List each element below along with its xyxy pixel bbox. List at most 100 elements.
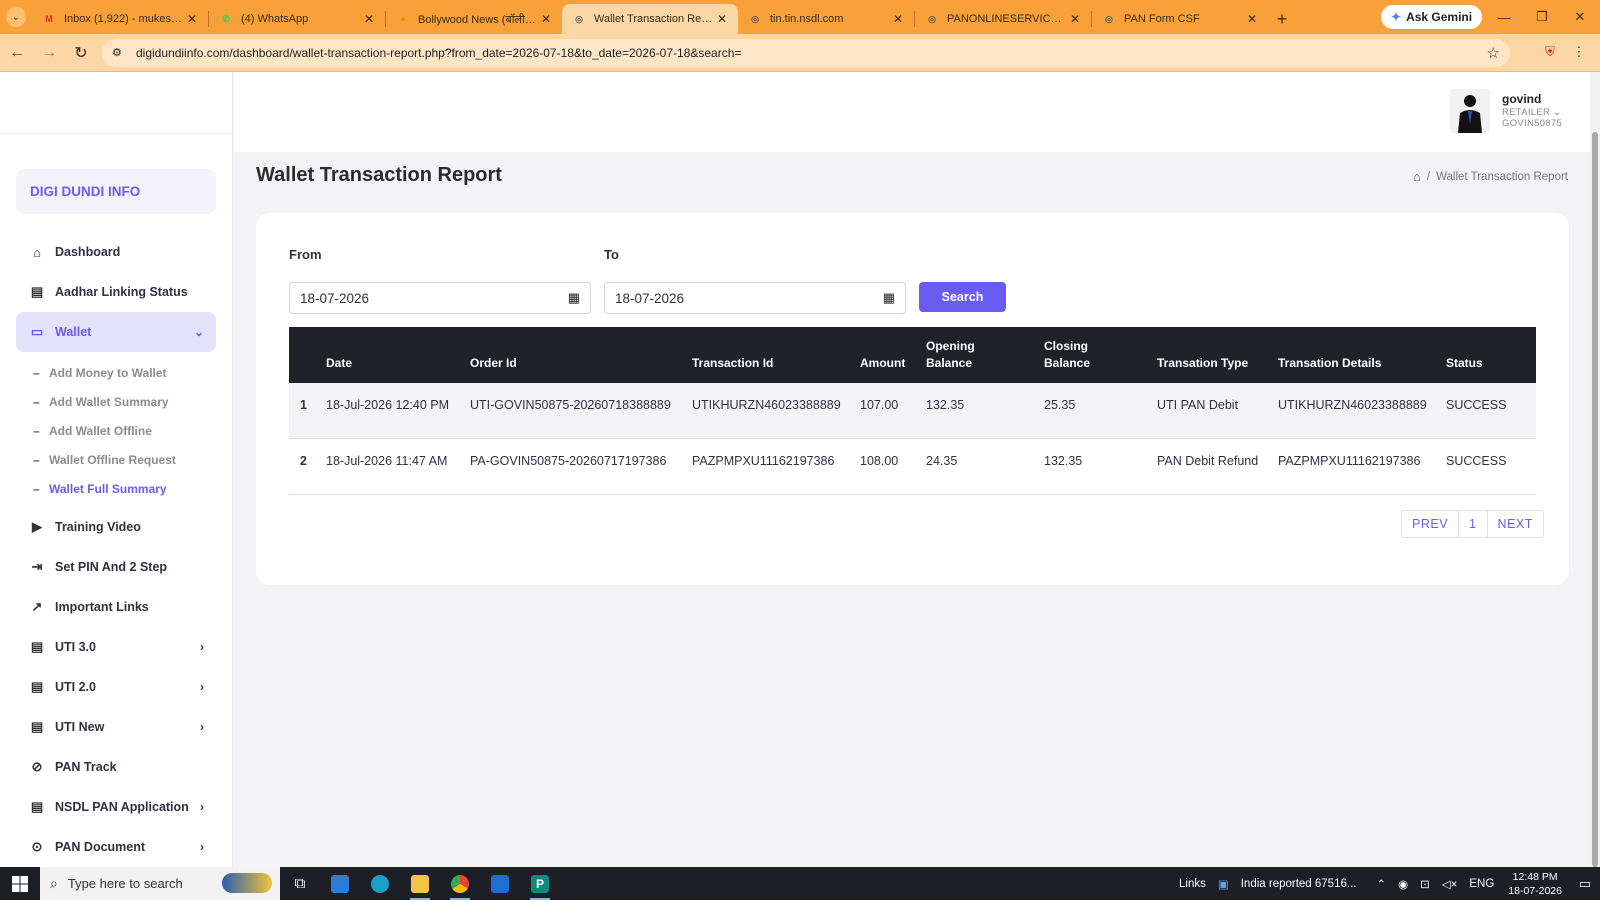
browser-tab[interactable]: ◎ PANONLINESERVICES:: Pen✕ [915, 4, 1091, 34]
volume-icon[interactable]: ◁× [1442, 877, 1458, 891]
browser-tab[interactable]: ✆ (4) WhatsApp ✕ [209, 4, 385, 34]
breadcrumb: ⌂ / Wallet Transaction Report [1413, 169, 1568, 184]
language-indicator[interactable]: ENG [1469, 878, 1494, 890]
extension-shield-icon[interactable]: ⛨ [1541, 43, 1559, 61]
sidebar-item-label: UTI New [55, 720, 105, 734]
publisher-icon[interactable]: P [520, 867, 560, 900]
clock-date: 18-07-2026 [1508, 884, 1562, 897]
browser-tab[interactable]: ◎ Wallet Transaction Report ✕ [562, 4, 738, 34]
tab-search-button[interactable]: ⌄ [0, 0, 32, 34]
minimize-window-button[interactable]: — [1485, 0, 1523, 34]
task-view-icon[interactable]: ⧉ [280, 867, 320, 900]
clock[interactable]: 12:48 PM 18-07-2026 [1508, 870, 1562, 898]
network-icon[interactable]: ⊡ [1420, 877, 1430, 891]
calendar-icon[interactable]: ▦ [883, 290, 895, 306]
sidebar-item-pan-track[interactable]: ⊘ PAN Track [16, 747, 216, 787]
reload-button[interactable]: ↻ [66, 38, 96, 68]
news-widget-icon[interactable]: ▣ [1218, 877, 1229, 891]
links-toolbar[interactable]: Links [1179, 878, 1206, 890]
submenu-item-wallet-offline-request[interactable]: – Wallet Offline Request [0, 445, 232, 474]
close-tab-icon[interactable]: ✕ [184, 12, 200, 26]
back-button[interactable]: ← [2, 38, 32, 68]
site-info-icon[interactable]: ⚙ [112, 46, 126, 60]
news-widget-text[interactable]: India reported 67516... [1241, 878, 1357, 890]
sidebar-item-wallet[interactable]: ▭ Wallet ⌄ [16, 312, 216, 352]
browser-menu-icon[interactable]: ⋮ [1570, 43, 1588, 61]
sidebar-item-training-video[interactable]: ▶ Training Video [16, 507, 216, 547]
close-tab-icon[interactable]: ✕ [1067, 12, 1083, 26]
prev-page-button[interactable]: PREV [1402, 511, 1460, 537]
globe-icon: ◎ [751, 13, 759, 24]
submenu-item-add-money-to-wallet[interactable]: – Add Money to Wallet [0, 358, 232, 387]
sidebar-item-important-links[interactable]: ↗ Important Links [16, 587, 216, 627]
tab-title: tin.tin.nsdl.com [770, 13, 844, 25]
sidebar-item-nsdl-pan-application[interactable]: ▤ NSDL PAN Application › [16, 787, 216, 827]
column-header[interactable]: Opening Balance [926, 338, 1036, 372]
browser-tab[interactable]: M Inbox (1,922) - mukeshgarm✕ [32, 4, 208, 34]
close-window-button[interactable]: ✕ [1561, 0, 1599, 34]
ask-gemini-button[interactable]: ✦ Ask Gemini [1381, 5, 1483, 29]
avatar[interactable] [1450, 89, 1490, 133]
sidebar-item-label: Dashboard [55, 245, 121, 259]
close-tab-icon[interactable]: ✕ [890, 12, 906, 26]
calendar-icon[interactable]: ▦ [568, 290, 580, 306]
user-name[interactable]: govind [1502, 92, 1541, 106]
forward-button[interactable]: → [34, 38, 64, 68]
webcam-icon[interactable]: ◉ [1398, 877, 1408, 891]
column-header[interactable]: Closing Balance [1044, 338, 1149, 372]
column-header[interactable]: Amount [860, 355, 920, 372]
user-code: GOVIN50875 [1502, 118, 1563, 129]
sidebar-item-uti-2-0[interactable]: ▤ UTI 2.0 › [16, 667, 216, 707]
column-header[interactable]: Status [1446, 355, 1526, 372]
browser-tab[interactable]: ◎ PAN Form CSF ✕ [1092, 4, 1268, 34]
browser-tab[interactable]: ◎ tin.tin.nsdl.com ✕ [738, 4, 914, 34]
sidebar-item-aadhar-linking-status[interactable]: ▤ Aadhar Linking Status [16, 272, 216, 312]
breadcrumb-home-icon[interactable]: ⌂ [1413, 169, 1421, 184]
user-role-dropdown[interactable]: RETAILER ⌄ [1502, 107, 1561, 118]
page-1-button[interactable]: 1 [1459, 511, 1488, 537]
submenu-item-wallet-full-summary[interactable]: – Wallet Full Summary [0, 474, 232, 503]
close-tab-icon[interactable]: ✕ [361, 12, 377, 26]
cell-date: 18-Jul-2026 12:40 PM [326, 398, 449, 412]
submenu-item-add-wallet-offline[interactable]: – Add Wallet Offline [0, 416, 232, 445]
edge-icon[interactable] [360, 867, 400, 900]
sidebar-item-uti-new[interactable]: ▤ UTI New › [16, 707, 216, 747]
page-scrollbar[interactable] [1590, 72, 1600, 867]
address-bar[interactable]: ⚙ digidundiinfo.com/dashboard/wallet-tra… [102, 39, 1510, 67]
column-header[interactable]: Date [326, 355, 466, 372]
column-header[interactable]: Order Id [470, 355, 680, 372]
column-header[interactable]: Transation Type [1157, 355, 1272, 372]
submenu-item-add-wallet-summary[interactable]: – Add Wallet Summary [0, 387, 232, 416]
start-button[interactable] [0, 867, 40, 900]
new-tab-button[interactable]: + [1268, 4, 1296, 34]
brand-name[interactable]: DIGI DUNDI INFO [16, 169, 216, 214]
sidebar-item-dashboard[interactable]: ⌂ Dashboard [16, 232, 216, 272]
from-date-input[interactable]: 18-07-2026 ▦ [289, 282, 591, 314]
sidebar-item-uti-3-0[interactable]: ▤ UTI 3.0 › [16, 627, 216, 667]
scrollbar-thumb[interactable] [1592, 132, 1598, 867]
tray-chevron-icon[interactable]: ⌃ [1376, 877, 1386, 891]
search-button[interactable]: Search [919, 282, 1006, 312]
chevron-down-icon: ⌄ [6, 7, 26, 27]
table-row[interactable]: 1 18-Jul-2026 12:40 PM UTI-GOVIN50875-2026… [289, 383, 1536, 439]
close-tab-icon[interactable]: ✕ [714, 12, 730, 26]
chrome-icon[interactable] [440, 867, 480, 900]
restore-window-button[interactable]: ❐ [1523, 0, 1561, 34]
browser-tab[interactable]: ● Bollywood News (बॉलीवुड स ✕ [386, 4, 562, 34]
close-tab-icon[interactable]: ✕ [1244, 12, 1260, 26]
table-row[interactable]: 2 18-Jul-2026 11:47 AM PA-GOVIN50875-20260… [289, 439, 1536, 495]
taskbar-search-box[interactable]: ⌕ Type here to search [40, 867, 280, 900]
to-date-input[interactable]: 18-07-2026 ▦ [604, 282, 906, 314]
file-explorer-icon[interactable] [400, 867, 440, 900]
column-header[interactable]: Transation Details [1278, 355, 1443, 372]
close-tab-icon[interactable]: ✕ [538, 12, 554, 26]
column-header[interactable]: Transaction Id [692, 355, 857, 372]
bookmark-star-icon[interactable]: ☆ [1487, 44, 1500, 62]
next-page-button[interactable]: NEXT [1488, 511, 1543, 537]
dash-bullet: – [33, 423, 40, 438]
notification-icon[interactable]: ▭ [1570, 867, 1600, 900]
outlook-icon[interactable] [480, 867, 520, 900]
sidebar-item-set-pin-and-2-step[interactable]: ⇥ Set PIN And 2 Step [16, 547, 216, 587]
sidebar-item-pan-document[interactable]: ⊙ PAN Document › [16, 827, 216, 867]
store-icon[interactable] [320, 867, 360, 900]
